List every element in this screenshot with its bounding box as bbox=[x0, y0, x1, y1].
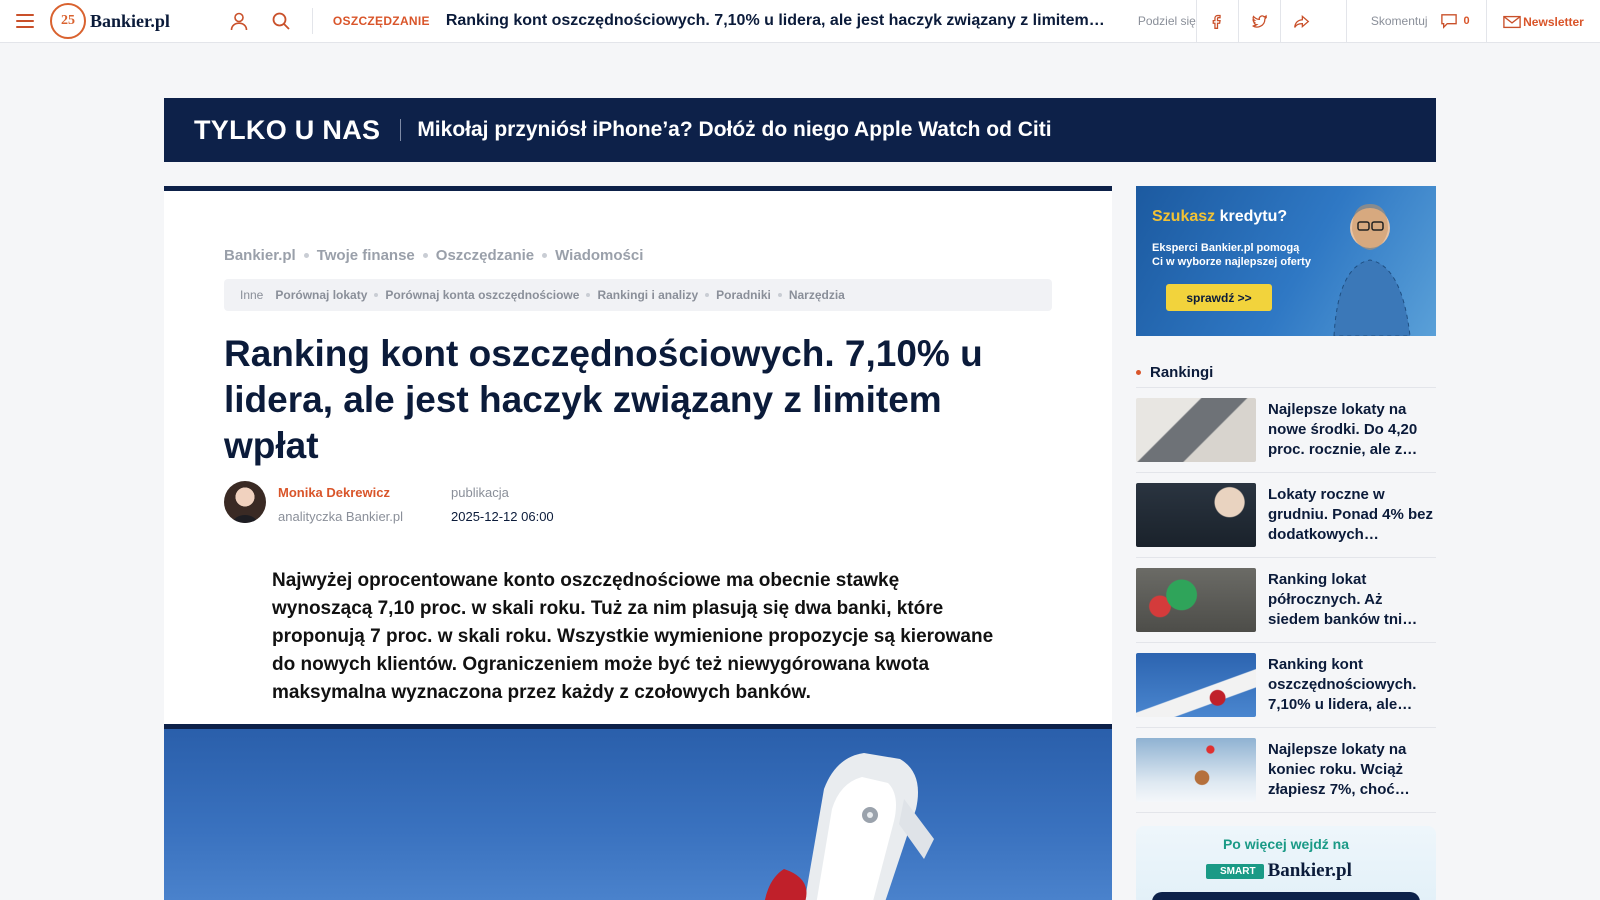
comment-button[interactable]: Skomentuj 0 bbox=[1345, 0, 1470, 43]
ranking-item[interactable]: Najlepsze lokaty na koniec roku. Wciąż z… bbox=[1136, 728, 1436, 813]
smart-promo-title: Po więcej wejdź na bbox=[1222, 836, 1350, 852]
ad-headline: Szukasz kredytu? bbox=[1152, 208, 1287, 226]
rankings-heading[interactable]: Rankingi bbox=[1136, 358, 1436, 388]
smart-badge: SMART bbox=[1206, 863, 1264, 879]
author-avatar[interactable] bbox=[224, 481, 266, 523]
author-role: analityczka Bankier.pl bbox=[278, 509, 404, 524]
ranking-item[interactable]: Lokaty roczne w grudniu. Ponad 4% bez do… bbox=[1136, 473, 1436, 558]
subnav-item[interactable]: Poradniki bbox=[716, 288, 771, 302]
comment-icon bbox=[1440, 14, 1457, 29]
ad-check-button[interactable]: sprawdź >> bbox=[1166, 284, 1272, 311]
breadcrumb-item[interactable]: Wiadomości bbox=[555, 247, 643, 264]
article-headline: Ranking kont oszczędnościowych. 7,10% u … bbox=[224, 333, 983, 466]
crane-hook-thumbnail[interactable] bbox=[1136, 653, 1256, 717]
twitter-share-button[interactable] bbox=[1237, 0, 1280, 43]
logo-badge: 25 bbox=[50, 3, 86, 39]
divider bbox=[311, 8, 313, 34]
subnav-label: Inne bbox=[240, 288, 264, 302]
share-label: Podziel się bbox=[1137, 14, 1196, 28]
top-bar: 25 Bankier.pl OSZCZĘDZANIE Ranking kont … bbox=[0, 0, 1600, 43]
article-category[interactable]: OSZCZĘDZANIE bbox=[333, 14, 430, 28]
author-block: Monika Dekrewicz analityczka Bankier.pl … bbox=[224, 481, 554, 524]
calculator-laptop-thumbnail[interactable] bbox=[1136, 398, 1256, 462]
ranking-item-title[interactable]: Najlepsze lokaty na nowe środki. Do 4,20… bbox=[1268, 400, 1436, 460]
bullet-icon bbox=[1136, 370, 1141, 375]
user-icon[interactable] bbox=[228, 10, 250, 32]
sticky-article-title: Ranking kont oszczędnościowych. 7,10% u … bbox=[445, 12, 1106, 29]
subnav-item[interactable]: Narzędzia bbox=[789, 288, 845, 302]
credit-ad[interactable]: Szukasz kredytu? Eksperci Bankier.pl pom… bbox=[1136, 186, 1436, 336]
share-arrow-button[interactable] bbox=[1279, 0, 1322, 43]
banner-divider bbox=[400, 119, 402, 141]
banner-link[interactable]: Mikołaj przyniósł iPhone’a? Dołóż do nie… bbox=[417, 118, 1051, 142]
ranking-item-title[interactable]: Najlepsze lokaty na koniec roku. Wciąż z… bbox=[1268, 740, 1436, 800]
ad-headline-b: kredytu? bbox=[1219, 208, 1288, 225]
facebook-share-button[interactable] bbox=[1195, 0, 1238, 43]
hero-image bbox=[164, 724, 1112, 900]
ranking-item-title[interactable]: Ranking kont oszczędnościowych. 7,10% u … bbox=[1268, 655, 1436, 715]
rankings-list: Najlepsze lokaty na nowe środki. Do 4,20… bbox=[1136, 388, 1436, 813]
subnav-item[interactable]: Porównaj lokaty bbox=[275, 288, 367, 302]
mail-icon bbox=[1503, 15, 1521, 28]
section-subnav: Inne Porównaj lokaty Porównaj konta oszc… bbox=[224, 279, 1052, 311]
ad-person-illustration bbox=[1333, 204, 1411, 336]
dog-snow-thumbnail[interactable] bbox=[1136, 738, 1256, 802]
smart-cta-button[interactable] bbox=[1152, 892, 1420, 900]
banner-tag: TYLKO U NAS bbox=[194, 114, 381, 145]
breadcrumb-item[interactable]: Bankier.pl bbox=[224, 247, 296, 264]
subnav-item[interactable]: Rankingi i analizy bbox=[597, 288, 698, 302]
article-lead: Najwyżej oprocentowane konto oszczędnośc… bbox=[272, 570, 994, 703]
ranking-item[interactable]: Ranking kont oszczędnościowych. 7,10% u … bbox=[1136, 643, 1436, 728]
ranking-item-title[interactable]: Lokaty roczne w grudniu. Ponad 4% bez do… bbox=[1268, 485, 1436, 545]
comment-label: Skomentuj bbox=[1370, 14, 1428, 28]
promo-banner[interactable]: TYLKO U NAS Mikołaj przyniósł iPhone’a? … bbox=[164, 98, 1436, 162]
article-card: Bankier.pl Twoje finanse Oszczędzanie Wi… bbox=[164, 186, 1112, 726]
breadcrumb-item[interactable]: Twoje finanse bbox=[317, 247, 415, 264]
author-name[interactable]: Monika Dekrewicz bbox=[278, 485, 403, 500]
newsletter-label: Newsletter bbox=[1523, 14, 1584, 29]
ad-line-2: Ci w wyborze najlepszej oferty bbox=[1152, 256, 1311, 268]
hand-dial-thumbnail[interactable] bbox=[1136, 483, 1256, 547]
gift-box-thumbnail[interactable] bbox=[1136, 568, 1256, 632]
publication-label: publikacja bbox=[451, 485, 509, 500]
smart-logo: SMART Bankier.pl bbox=[1206, 860, 1352, 882]
comment-count: 0 bbox=[1463, 15, 1470, 27]
breadcrumb-item[interactable]: Oszczędzanie bbox=[436, 247, 534, 264]
logo-text: Bankier.pl bbox=[90, 10, 170, 31]
menu-icon[interactable] bbox=[16, 14, 34, 28]
breadcrumb: Bankier.pl Twoje finanse Oszczędzanie Wi… bbox=[224, 247, 643, 264]
ranking-item[interactable]: Ranking lokat półrocznych. Aż siedem ban… bbox=[1136, 558, 1436, 643]
smart-brand: Bankier.pl bbox=[1267, 860, 1352, 881]
ad-line-1: Eksperci Bankier.pl pomogą bbox=[1152, 242, 1300, 254]
site-logo[interactable]: 25 Bankier.pl bbox=[50, 3, 170, 39]
rankings-heading-label: Rankingi bbox=[1150, 364, 1214, 381]
ranking-item[interactable]: Najlepsze lokaty na nowe środki. Do 4,20… bbox=[1136, 388, 1436, 473]
crane-hook-illustration bbox=[764, 753, 934, 900]
search-icon[interactable] bbox=[270, 10, 292, 32]
ranking-item-title[interactable]: Ranking lokat półrocznych. Aż siedem ban… bbox=[1268, 570, 1436, 630]
publication-date: 2025-12-12 06:00 bbox=[451, 509, 554, 524]
newsletter-button[interactable]: Newsletter bbox=[1486, 0, 1600, 43]
ad-headline-a: Szukasz bbox=[1152, 208, 1216, 225]
smart-promo[interactable]: Po więcej wejdź na SMART Bankier.pl bbox=[1136, 826, 1436, 900]
subnav-item[interactable]: Porównaj konta oszczędnościowe bbox=[385, 288, 579, 302]
